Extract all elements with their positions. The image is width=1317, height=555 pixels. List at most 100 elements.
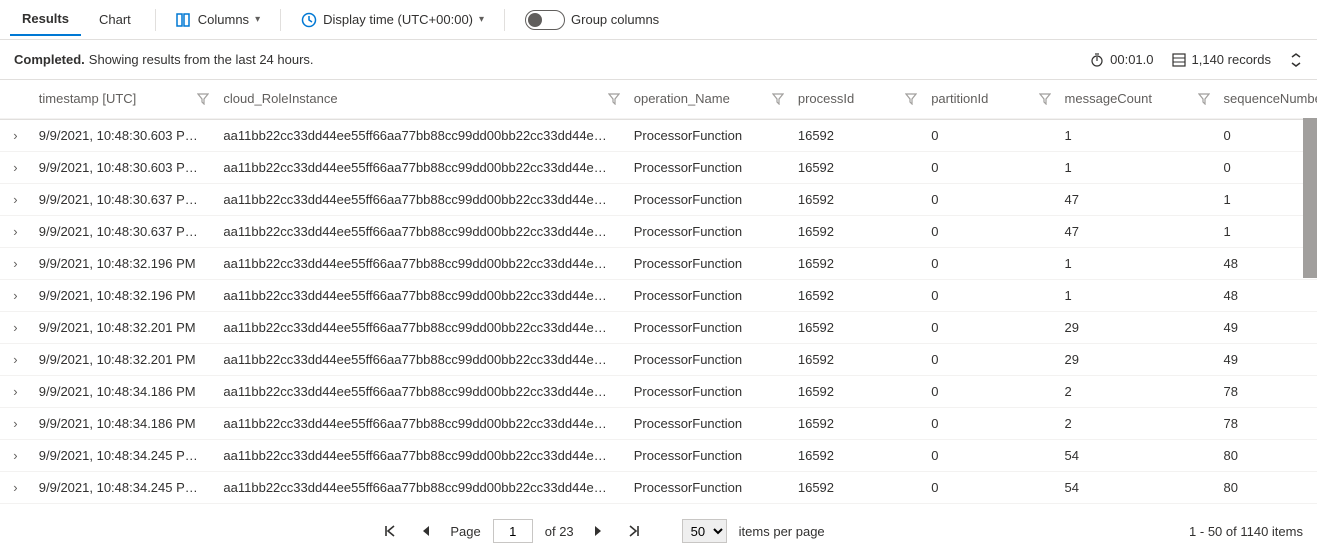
cell-processid: 16592 [790,311,923,343]
expand-row-button[interactable]: › [0,375,31,407]
perpage-select[interactable]: 50 [682,519,727,543]
expand-row-button[interactable]: › [0,439,31,471]
cell-messagecount: 1 [1057,503,1216,510]
prev-page-button[interactable] [414,519,438,543]
cell-processid: 16592 [790,120,923,152]
page-input[interactable] [493,519,533,543]
col-seqstart-label: sequenceNumberStart [1224,91,1317,106]
cell-messagecount: 29 [1057,311,1216,343]
page-of-label: of 23 [545,524,574,539]
expand-row-button[interactable]: › [0,311,31,343]
cell-processid: 16592 [790,247,923,279]
cell-processid: 16592 [790,375,923,407]
table-row[interactable]: ›9/9/2021, 10:48:32.196 PMaa11bb22cc33dd… [0,247,1317,279]
tab-results[interactable]: Results [10,3,81,36]
next-page-button[interactable] [586,519,610,543]
expand-row-button[interactable]: › [0,471,31,503]
pager-range: 1 - 50 of 1140 items [1189,524,1303,539]
cell-cloud-role: aa11bb22cc33dd44ee55ff66aa77bb88cc99dd00… [215,503,625,510]
columns-button[interactable]: Columns ▾ [168,8,268,32]
cell-partitionid: 0 [923,471,1056,503]
table-row[interactable]: ›9/9/2021, 10:48:34.245 P…aa11bb22cc33dd… [0,439,1317,471]
cell-messagecount: 2 [1057,407,1216,439]
col-partitionid[interactable]: partitionId [923,80,1056,118]
filter-icon[interactable] [772,93,784,105]
filter-icon[interactable] [197,93,209,105]
cell-operation: ProcessorFunction [626,503,790,510]
expand-row-button[interactable]: › [0,279,31,311]
cell-messagecount: 1 [1057,151,1216,183]
table-row[interactable]: ›9/9/2021, 10:48:30.603 P…aa11bb22cc33dd… [0,120,1317,152]
table-row[interactable]: ›9/9/2021, 10:48:34.186 PMaa11bb22cc33dd… [0,375,1317,407]
status-bar: Completed. Showing results from the last… [0,40,1317,80]
cell-cloud-role: aa11bb22cc33dd44ee55ff66aa77bb88cc99dd00… [215,311,625,343]
table-row[interactable]: ›9/9/2021, 10:48:32.201 PMaa11bb22cc33dd… [0,311,1317,343]
group-columns-toggle[interactable]: Group columns [517,6,667,34]
table-row[interactable]: ›9/9/2021, 10:48:32.201 PMaa11bb22cc33dd… [0,343,1317,375]
cell-seqstart: 80 [1216,439,1317,471]
tab-chart[interactable]: Chart [87,4,143,35]
expand-row-button[interactable]: › [0,503,31,510]
expand-row-button[interactable]: › [0,215,31,247]
filter-icon[interactable] [1039,93,1051,105]
filter-icon[interactable] [1198,93,1210,105]
col-timestamp[interactable]: timestamp [UTC] [31,80,216,118]
columns-icon [176,12,192,28]
col-operation[interactable]: operation_Name [626,80,790,118]
cell-timestamp: 9/9/2021, 10:48:34.245 P… [31,439,216,471]
cell-timestamp: 9/9/2021, 10:48:30.637 P… [31,183,216,215]
cell-cloud-role: aa11bb22cc33dd44ee55ff66aa77bb88cc99dd00… [215,375,625,407]
cell-seqstart: 78 [1216,407,1317,439]
table-row[interactable]: ›9/9/2021, 10:48:30.637 P…aa11bb22cc33dd… [0,215,1317,247]
table-row[interactable]: ›9/9/2021, 10:48:34.186 PMaa11bb22cc33dd… [0,407,1317,439]
col-cloud-role-label: cloud_RoleInstance [223,91,337,106]
col-messagecount[interactable]: messageCount [1057,80,1216,118]
table-row[interactable]: ›9/9/2021, 10:48:32.196 PMaa11bb22cc33dd… [0,279,1317,311]
expand-row-button[interactable]: › [0,407,31,439]
expand-row-button[interactable]: › [0,343,31,375]
cell-partitionid: 0 [923,247,1056,279]
pager: Page of 23 50 items per page 1 - 50 of 1… [0,510,1317,552]
first-page-button[interactable] [378,519,402,543]
cell-partitionid: 0 [923,120,1056,152]
filter-icon[interactable] [905,93,917,105]
perpage-label: items per page [739,524,825,539]
table-row[interactable]: ›9/9/2021, 10:48:30.637 P…aa11bb22cc33dd… [0,183,1317,215]
page-label: Page [450,524,480,539]
expand-row-button[interactable]: › [0,247,31,279]
divider [504,9,505,31]
divider [280,9,281,31]
col-operation-label: operation_Name [634,91,730,106]
cell-operation: ProcessorFunction [626,151,790,183]
status-completed: Completed. [14,52,85,67]
expand-row-button[interactable]: › [0,183,31,215]
table-row[interactable]: ›9/9/2021, 10:48:30.603 P…aa11bb22cc33dd… [0,151,1317,183]
cell-seqstart: 1 [1216,215,1317,247]
cell-seqstart: 49 [1216,343,1317,375]
cell-messagecount: 1 [1057,120,1216,152]
expand-row-button[interactable]: › [0,120,31,152]
vertical-scrollbar[interactable] [1303,118,1317,278]
cell-timestamp: 9/9/2021, 10:48:30.603 P… [31,151,216,183]
toolbar: Results Chart Columns ▾ Display time (UT… [0,0,1317,40]
cell-partitionid: 0 [923,503,1056,510]
expand-chevrons-icon[interactable] [1289,53,1303,67]
cell-cloud-role: aa11bb22cc33dd44ee55ff66aa77bb88cc99dd00… [215,279,625,311]
group-columns-label: Group columns [571,12,659,27]
status-summary: Showing results from the last 24 hours. [89,52,314,67]
cell-timestamp: 9/9/2021, 10:48:32.201 PM [31,343,216,375]
display-time-button[interactable]: Display time (UTC+00:00) ▾ [293,8,492,32]
last-page-button[interactable] [622,519,646,543]
cell-messagecount: 47 [1057,215,1216,247]
cell-timestamp: 9/9/2021, 10:48:35.955 P… [31,503,216,510]
filter-icon[interactable] [608,93,620,105]
table-row[interactable]: ›9/9/2021, 10:48:35.955 P…aa11bb22cc33dd… [0,503,1317,510]
cell-seqstart: 0 [1216,120,1317,152]
col-cloud-role[interactable]: cloud_RoleInstance [215,80,625,118]
expand-row-button[interactable]: › [0,151,31,183]
cell-cloud-role: aa11bb22cc33dd44ee55ff66aa77bb88cc99dd00… [215,120,625,152]
table-row[interactable]: ›9/9/2021, 10:48:34.245 P…aa11bb22cc33dd… [0,471,1317,503]
col-seqstart[interactable]: sequenceNumberStart [1216,80,1317,118]
cell-operation: ProcessorFunction [626,279,790,311]
col-processid[interactable]: processId [790,80,923,118]
